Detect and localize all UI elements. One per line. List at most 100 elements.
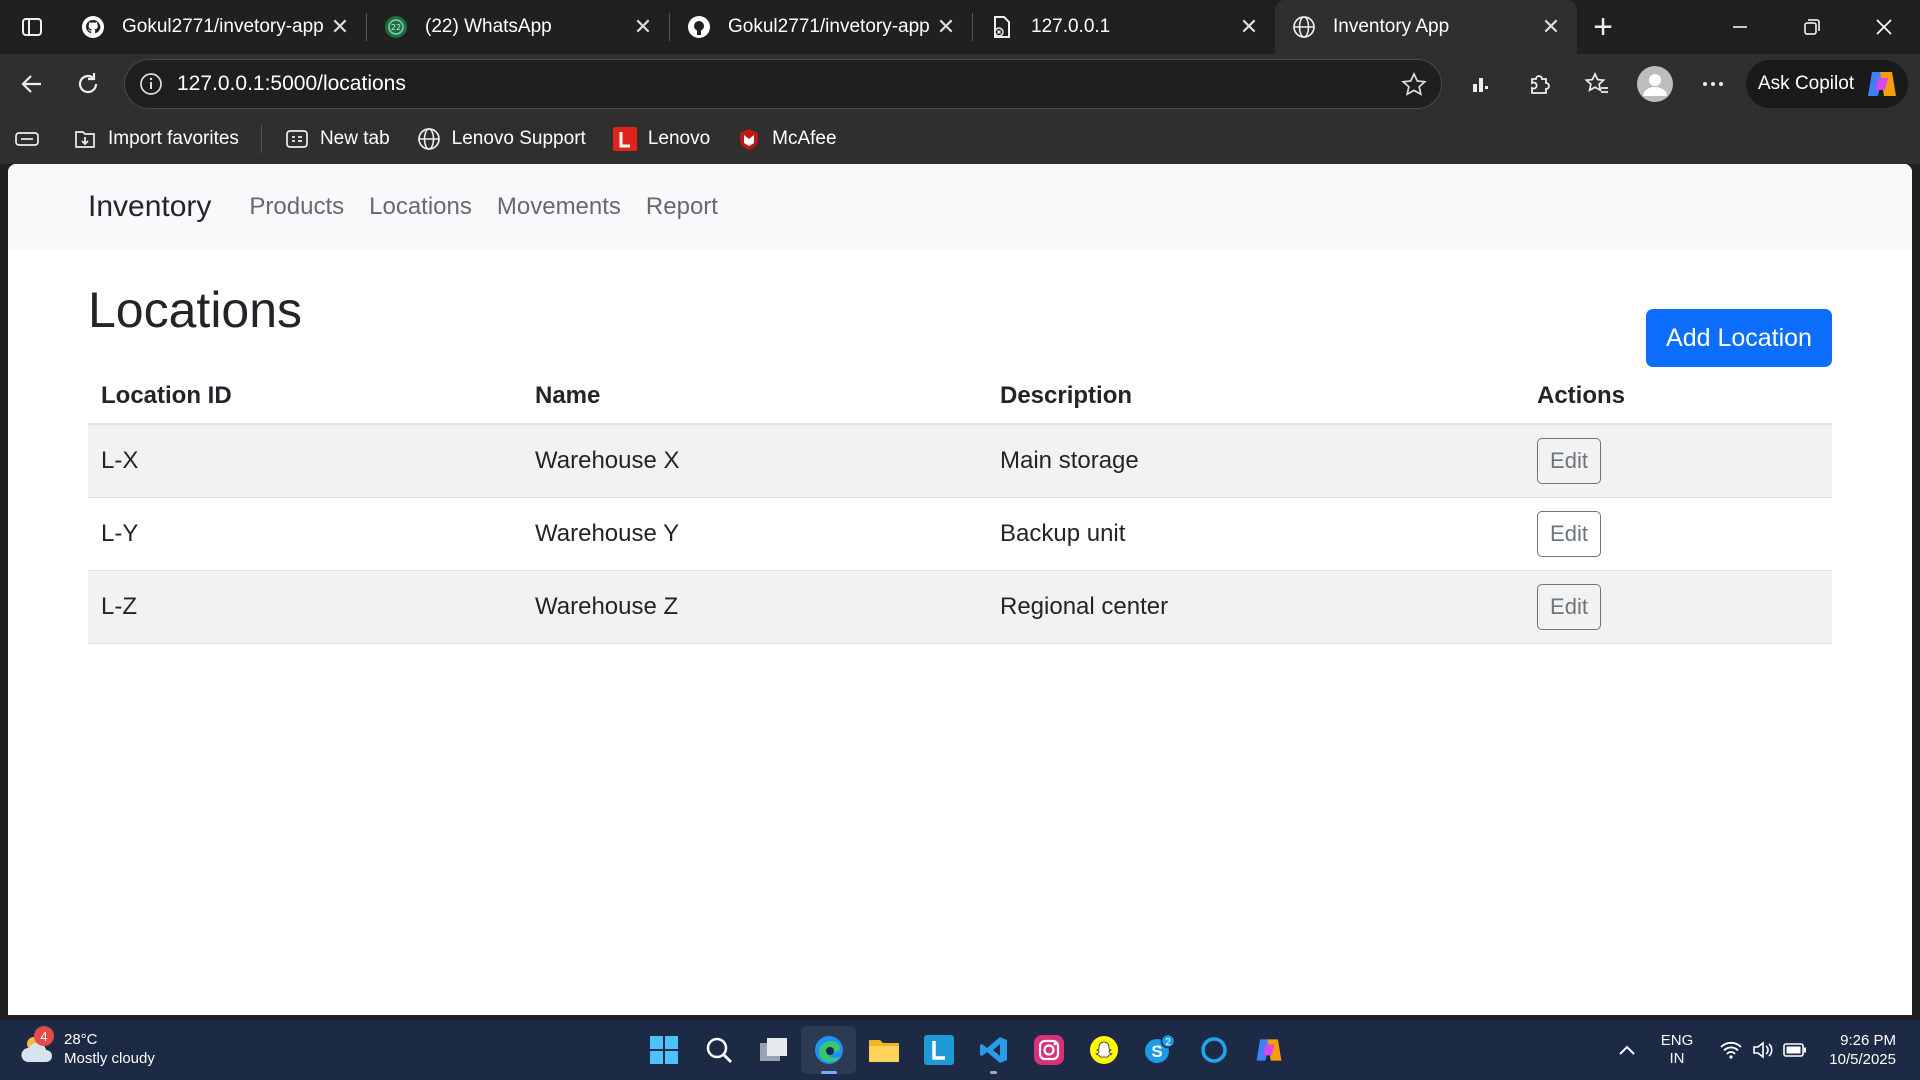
- tab-github-2[interactable]: Gokul2771/invetory-app ✕: [670, 0, 972, 54]
- edit-button[interactable]: Edit: [1537, 437, 1601, 484]
- taskbar-snapchat[interactable]: [1076, 1026, 1131, 1074]
- reload-icon: [78, 73, 98, 94]
- cell-name: Warehouse X: [522, 424, 987, 498]
- profile-button[interactable]: [1626, 60, 1684, 108]
- favorite-label: New tab: [319, 128, 390, 149]
- new-tab-button[interactable]: +: [1577, 0, 1629, 54]
- tab-close-icon[interactable]: ✕: [631, 14, 655, 39]
- folder-icon: [868, 1040, 899, 1062]
- weather-desc: Mostly cloudy: [64, 1050, 155, 1067]
- wifi-button[interactable]: [1717, 1041, 1745, 1059]
- globe-icon: [416, 126, 442, 152]
- lenovo-icon: [612, 126, 638, 152]
- mcafee-icon: [736, 126, 762, 152]
- github-icon: [686, 14, 712, 40]
- taskbar-skype[interactable]: S2: [1131, 1026, 1186, 1074]
- task-view-button[interactable]: [746, 1026, 801, 1074]
- tab-title: Gokul2771/invetory-app: [122, 16, 324, 37]
- tab-close-icon[interactable]: ✕: [934, 14, 958, 39]
- favorite-import[interactable]: Import favorites: [72, 126, 239, 152]
- search-icon: [706, 1037, 732, 1063]
- nav-link-locations[interactable]: Locations: [369, 193, 472, 221]
- tab-menu-icon: [14, 126, 40, 152]
- close-icon: [1876, 19, 1892, 35]
- restore-button[interactable]: [1776, 0, 1848, 54]
- reload-button[interactable]: [60, 60, 116, 108]
- svg-text:S: S: [1151, 1042, 1162, 1061]
- back-button[interactable]: [4, 60, 60, 108]
- clock[interactable]: 9:26 PM 10/5/2025: [1829, 1031, 1896, 1069]
- snapchat-icon: [1089, 1036, 1118, 1064]
- cell-actions: Edit: [1524, 570, 1832, 644]
- tab-close-icon[interactable]: ✕: [328, 14, 352, 39]
- add-location-button[interactable]: Add Location: [1646, 309, 1832, 367]
- tab-github-1[interactable]: Gokul2771/invetory-app ✕: [64, 0, 366, 54]
- start-button[interactable]: [636, 1026, 691, 1074]
- navbar-brand[interactable]: Inventory: [88, 190, 211, 224]
- volume-button[interactable]: [1749, 1041, 1777, 1059]
- extensions-button[interactable]: [1510, 60, 1568, 108]
- puzzle-icon: [1531, 75, 1550, 94]
- tab-close-icon[interactable]: ✕: [1237, 14, 1261, 39]
- taskbar-edge[interactable]: [801, 1026, 856, 1074]
- column-header-name: Name: [522, 368, 987, 425]
- weather-widget[interactable]: 4 28°C Mostly cloudy: [20, 1026, 155, 1068]
- window-controls: [1704, 0, 1920, 54]
- favorite-new-tab[interactable]: New tab: [284, 126, 390, 152]
- tab-inventory-app[interactable]: Inventory App ✕: [1275, 0, 1577, 54]
- taskbar-instagram[interactable]: [1021, 1026, 1076, 1074]
- address-bar[interactable]: 127.0.0.1:5000/locations: [124, 59, 1442, 109]
- favorites-button[interactable]: [1568, 60, 1626, 108]
- edit-button[interactable]: Edit: [1537, 583, 1601, 630]
- edit-button[interactable]: Edit: [1537, 510, 1601, 557]
- taskbar-copilot[interactable]: [1241, 1026, 1296, 1074]
- favorite-label: Import favorites: [108, 128, 239, 149]
- tab-title: 127.0.0.1: [1031, 16, 1111, 37]
- ask-copilot-button[interactable]: Ask Copilot: [1746, 60, 1908, 108]
- favorite-star-icon[interactable]: [1401, 72, 1427, 98]
- system-tray: ENG IN 9:26 PM 10/5/2025: [1609, 1020, 1920, 1080]
- windows-logo-icon: [649, 1036, 678, 1064]
- search-button[interactable]: [691, 1026, 746, 1074]
- url-text[interactable]: 127.0.0.1:5000/locations: [177, 72, 406, 96]
- taskbar-cortana[interactable]: [1186, 1026, 1241, 1074]
- favorite-label: McAfee: [772, 128, 837, 149]
- battery-button[interactable]: [1781, 1043, 1809, 1057]
- taskbar-lenovo-vantage[interactable]: [911, 1026, 966, 1074]
- nav-link-report[interactable]: Report: [646, 193, 718, 221]
- site-info-icon[interactable]: [139, 72, 163, 96]
- favorite-mcafee[interactable]: McAfee: [736, 126, 837, 152]
- page-title: Locations: [88, 282, 303, 338]
- taskbar-file-explorer[interactable]: [856, 1026, 911, 1074]
- wifi-icon: [1720, 1041, 1742, 1059]
- tab-localhost[interactable]: 127.0.0.1 ✕: [973, 0, 1275, 54]
- close-window-button[interactable]: [1848, 0, 1920, 54]
- favorite-lenovo[interactable]: Lenovo: [612, 126, 710, 152]
- broken-page-icon: [989, 14, 1015, 40]
- favorites-menu-button[interactable]: [14, 126, 50, 152]
- nav-link-movements[interactable]: Movements: [497, 193, 621, 221]
- taskbar-vscode[interactable]: [966, 1026, 1021, 1074]
- copilot-label: Ask Copilot: [1758, 73, 1855, 94]
- tab-close-icon[interactable]: ✕: [1539, 14, 1563, 39]
- performance-button[interactable]: [1452, 60, 1510, 108]
- cell-location-id: L-X: [88, 424, 522, 498]
- github-icon: [80, 14, 106, 40]
- table-header-row: Location ID Name Description Actions: [88, 368, 1832, 425]
- nav-link-products[interactable]: Products: [249, 193, 344, 221]
- copilot-icon: [1256, 1039, 1281, 1061]
- app-navbar: Inventory Products Locations Movements R…: [8, 164, 1912, 250]
- favorite-lenovo-support[interactable]: Lenovo Support: [416, 126, 586, 152]
- clock-date: 10/5/2025: [1829, 1051, 1896, 1068]
- tab-whatsapp[interactable]: 22 (22) WhatsApp ✕: [367, 0, 669, 54]
- show-hidden-icons-button[interactable]: [1613, 1045, 1641, 1055]
- column-header-actions: Actions: [1524, 368, 1832, 425]
- active-indicator: [821, 1071, 837, 1074]
- cell-name: Warehouse Y: [522, 497, 987, 571]
- language-indicator[interactable]: ENG IN: [1661, 1032, 1694, 1068]
- more-button[interactable]: [1684, 60, 1742, 108]
- cell-actions: Edit: [1524, 424, 1832, 498]
- tab-actions-button[interactable]: [0, 0, 64, 54]
- region-code: IN: [1669, 1050, 1685, 1067]
- minimize-button[interactable]: [1704, 0, 1776, 54]
